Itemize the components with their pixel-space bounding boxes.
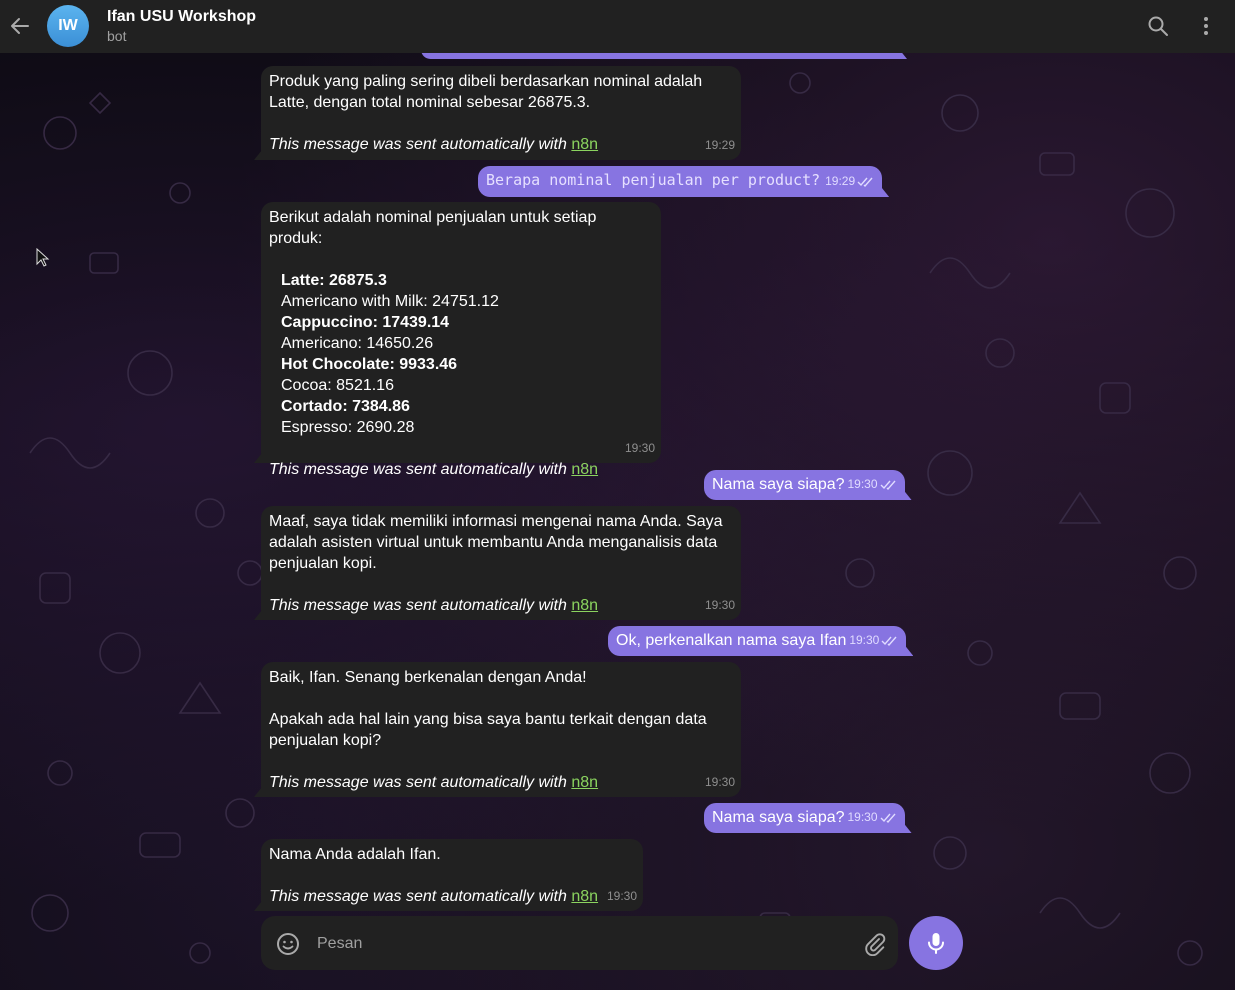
message-text: Nama saya siapa? (712, 476, 845, 493)
message-incoming: Maaf, saya tidak memiliki informasi meng… (261, 506, 741, 620)
message-text: Ok, perkenalkan nama saya Ifan (616, 632, 847, 649)
message-outgoing: Berapa nominal penjualan per product? 19… (478, 166, 883, 197)
message-incoming: Baik, Ifan. Senang berkenalan dengan And… (261, 662, 741, 797)
message-time: 19:30 (704, 775, 735, 789)
auto-sent-note: This message was sent automatically with… (269, 597, 599, 614)
message-time: 19:30 (606, 889, 637, 903)
n8n-link[interactable]: n8n (571, 597, 598, 614)
message-text: Berikut adalah nominal penjualan untuk s… (269, 209, 597, 247)
message-time: 19:29 (704, 138, 735, 152)
avatar[interactable]: IW (47, 5, 89, 47)
message-text: Baik, Ifan. Senang berkenalan dengan And… (269, 669, 587, 686)
auto-sent-note: This message was sent automatically with… (269, 461, 599, 478)
message-text: Nama saya siapa? (712, 809, 845, 826)
message-incoming: Nama Anda adalah Ifan. This message was … (261, 839, 643, 911)
microphone-button[interactable] (909, 916, 963, 970)
message-text: Latte, dengan total nominal sebesar 2687… (269, 94, 591, 111)
double-check-icon (880, 480, 896, 490)
message-text: Maaf, saya tidak memiliki informasi meng… (269, 513, 723, 530)
double-check-icon (857, 177, 873, 187)
paperclip-icon[interactable] (861, 930, 887, 956)
auto-sent-note: This message was sent automatically with… (269, 774, 599, 791)
list-item: Cortado: 7384.86 (281, 398, 410, 415)
message-outgoing: Nama saya siapa? 19:30 (704, 803, 905, 833)
message-time: 19:30 (849, 630, 898, 651)
list-item: Cappuccino: 17439.14 (281, 314, 450, 331)
chat-header: IW Ifan USU Workshop bot (0, 0, 1235, 53)
n8n-link[interactable]: n8n (571, 136, 598, 153)
list-item: Hot Chocolate: 9933.46 (281, 356, 458, 373)
message-text: Berapa nominal penjualan per product? (486, 171, 821, 189)
list-item: Cocoa: 8521.16 (281, 377, 394, 394)
message-text: Produk yang paling sering dibeli berdasa… (269, 73, 703, 90)
message-outgoing: Nama saya siapa? 19:30 (704, 470, 905, 500)
message-text: Apakah ada hal lain yang bisa saya bantu… (269, 711, 707, 728)
message-time: 19:30 (847, 474, 896, 495)
chat-subtitle: bot (107, 28, 127, 44)
mouse-cursor-icon (36, 248, 50, 267)
message-input[interactable] (315, 928, 839, 960)
microphone-icon (928, 933, 944, 954)
list-item: Latte: 26875.3 (281, 272, 387, 289)
message-time: 19:29 (825, 171, 874, 192)
double-check-icon (880, 813, 896, 823)
n8n-link[interactable]: n8n (571, 461, 598, 478)
arrow-left-icon[interactable] (8, 14, 32, 38)
smile-icon[interactable] (275, 931, 301, 957)
message-time: 19:30 (624, 441, 655, 455)
n8n-link[interactable]: n8n (571, 774, 598, 791)
message-composer (261, 916, 898, 970)
message-outgoing: Ok, perkenalkan nama saya Ifan 19:30 (608, 626, 907, 656)
chat-title[interactable]: Ifan USU Workshop (107, 8, 256, 26)
message-time: 19:30 (847, 807, 896, 828)
list-item: Americano with Milk: 24751.12 (281, 293, 499, 310)
message-text: penjualan kopi. (269, 555, 377, 572)
auto-sent-note: This message was sent automatically with… (269, 136, 599, 153)
message-incoming: Berikut adalah nominal penjualan untuk s… (261, 202, 661, 478)
double-check-icon (881, 636, 897, 646)
message-text: adalah asisten virtual untuk membantu An… (269, 534, 718, 551)
more-vertical-icon[interactable] (1194, 14, 1218, 38)
message-text: Nama Anda adalah Ifan. (269, 846, 441, 863)
list-item: Americano: 14650.26 (281, 335, 434, 352)
message-incoming: Produk yang paling sering dibeli berdasa… (261, 66, 741, 160)
search-icon[interactable] (1146, 14, 1170, 38)
list-item: Espresso: 2690.28 (281, 419, 415, 436)
product-sales-list: Latte: 26875.3 Americano with Milk: 2475… (269, 270, 653, 438)
message-text: penjualan kopi? (269, 732, 382, 749)
message-time: 19:30 (704, 598, 735, 612)
n8n-link[interactable]: n8n (571, 888, 598, 905)
auto-sent-note: This message was sent automatically with… (269, 888, 599, 905)
